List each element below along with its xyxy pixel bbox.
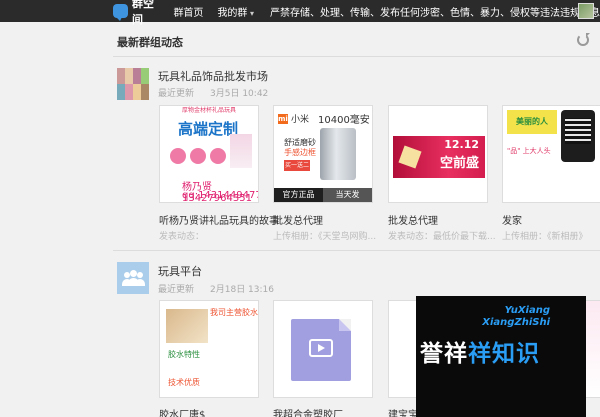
meta-label: 最近更新 [158, 89, 195, 99]
card-art-circles [170, 148, 226, 164]
play-icon [309, 339, 333, 357]
product-image [230, 134, 252, 168]
card-footer-bar: 官方正品 当天发 [274, 188, 372, 202]
watermark-blue: 祥知识 [468, 341, 540, 367]
card-art-band: 厚物金材杯礼品玩具 [160, 106, 258, 116]
watermark-text-cn: 誉祥祥知识 [420, 334, 540, 368]
post-card-title[interactable]: 胶水厂唐$ [159, 406, 205, 417]
fold [339, 319, 351, 331]
user-avatar[interactable] [578, 3, 594, 19]
post-card-title[interactable]: 听杨乃贤讲礼品玩具的故事 [159, 212, 279, 227]
post-card-image[interactable]: 厚物金材杯礼品玩具 高端定制 杨乃贤13427964351 qq:1431449… [159, 105, 259, 203]
watermark-white: 誉祥 [420, 341, 468, 367]
post-card-image[interactable]: mi 小米 10400毫安 舒适磨砂 手感边框 买一送二 官方正品 当天发 [273, 105, 373, 203]
meta-time: 2月18日 13:16 [210, 285, 274, 295]
post-card-subtitle: 上传相册：《新相册》 [502, 232, 588, 242]
decor-circle [190, 148, 206, 164]
post-card-image[interactable]: 12.12 空前盛 [388, 105, 488, 203]
logo-text: 群空间 [131, 0, 154, 26]
section-heading: 最新群组动态 [117, 36, 183, 49]
post-card-image[interactable]: 美丽的人 "品" 上大人头 [502, 105, 600, 203]
people-icon [122, 270, 145, 286]
watermark-text-en: YuXiang [504, 305, 550, 316]
watermark-text-en: XiangZhiShi [482, 317, 550, 328]
divider [113, 56, 600, 57]
group-name[interactable]: 玩具礼品饰品批发市场 [158, 68, 268, 84]
banner-date: 12.12 [444, 138, 479, 151]
group-avatar[interactable] [117, 68, 149, 100]
group-name[interactable]: 玩具平台 [158, 263, 202, 279]
chat-bubble-icon [113, 4, 128, 21]
card-art-badge: 美丽的人 [507, 110, 557, 134]
footer-left: 官方正品 [282, 190, 315, 199]
qr-code-icon [565, 118, 591, 144]
sale-banner: 12.12 空前盛 [393, 136, 485, 178]
feature-line: 舒适磨砂 [284, 138, 316, 147]
post-card-title[interactable]: 批发总代理 [273, 212, 323, 227]
post-card-subtitle: 发表动态： [159, 232, 205, 242]
card-art-header: 我司主营胶水 [210, 308, 258, 317]
meta-label: 最近更新 [158, 285, 195, 295]
nav-item-home[interactable]: 群首页 [173, 4, 203, 19]
card-art-text: "品" 上大人头 [507, 147, 551, 155]
footer-right: 当天发 [323, 188, 372, 202]
group-meta: 最近更新 3月5日 10:42 [158, 86, 268, 99]
capacity-text: 10400毫安 [318, 115, 370, 126]
legal-notice: 严禁存储、处理、传输、发布任何涉密、色情、暴力、侵权等违法违规信息 [270, 7, 600, 19]
gift-box-icon [398, 145, 422, 169]
post-card-image[interactable]: 我司主营胶水 胶水特性 技术优质 [159, 300, 259, 398]
card-art-text: 技术优质 [168, 378, 200, 387]
nav-item-my-groups[interactable]: 我的群 [217, 4, 254, 19]
card-art-qq: qq:1431449477 [182, 190, 259, 201]
divider [113, 250, 600, 251]
top-bar: 群空间 群首页 我的群 严禁存储、处理、传输、发布任何涉密、色情、暴力、侵权等违… [0, 0, 600, 26]
decor-circle [170, 148, 186, 164]
post-card-subtitle: 发表动态：最低价最下载... [388, 232, 496, 242]
group-meta: 最近更新 2月18日 13:16 [158, 282, 274, 295]
feature-text: 舒适磨砂 手感边框 [284, 138, 316, 158]
post-card-title[interactable]: 发家 [502, 212, 522, 227]
post-card-title[interactable]: 建宝宝 [388, 406, 418, 417]
banner-slogan: 空前盛 [439, 156, 479, 171]
product-image [166, 309, 208, 343]
video-file-icon [291, 319, 351, 381]
card-art-text: 胶水特性 [168, 350, 200, 359]
card-art-headline: 高端定制 [178, 120, 239, 138]
logo[interactable]: 群空间 [0, 0, 159, 26]
refresh-icon[interactable] [577, 33, 590, 46]
post-card-title[interactable]: 我超合金塑胶厂 [273, 406, 343, 417]
post-card-title[interactable]: 批发总代理 [388, 212, 438, 227]
feature-line: 手感边框 [284, 148, 316, 157]
post-card-image[interactable] [273, 300, 373, 398]
post-card-subtitle: 上传相册：《天堂鸟网购... [273, 232, 377, 242]
decor-circle [210, 148, 226, 164]
brand: mi 小米 [278, 112, 309, 125]
meta-time: 3月5日 10:42 [210, 89, 269, 99]
mi-logo-icon: mi [278, 113, 288, 124]
power-bank-image [320, 128, 356, 180]
main-nav: 群首页 我的群 [173, 4, 268, 19]
brand-text: 小米 [291, 115, 310, 125]
group-avatar[interactable] [117, 262, 149, 294]
promo-badge: 买一送二 [284, 160, 310, 171]
